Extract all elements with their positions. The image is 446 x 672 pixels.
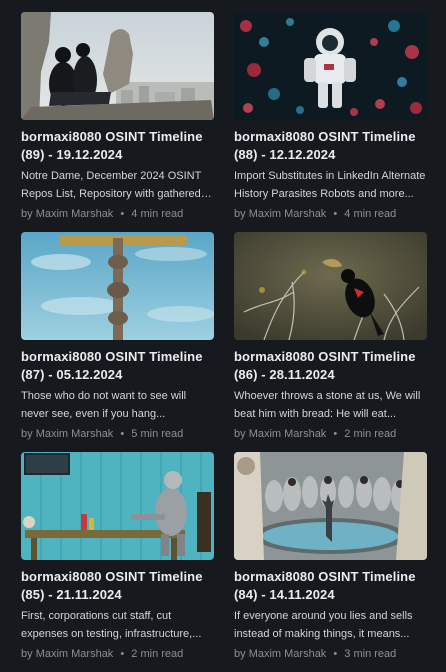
read-time: 5 min read: [131, 428, 184, 440]
post-card[interactable]: bormaxi8080 OSINT Timeline (89) - 19.12.…: [21, 12, 214, 232]
blackbird-image: [234, 232, 427, 340]
author-prefix: by: [21, 648, 33, 660]
read-time: 2 min read: [131, 648, 184, 660]
post-excerpt: First, corporations cut staff, cut expen…: [21, 610, 202, 640]
post-meta: by Maxim Marshak • 3 min read: [234, 647, 427, 661]
post-title[interactable]: bormaxi8080 OSINT Timeline (85) - 21.11.…: [21, 568, 214, 604]
post-excerpt: Import Substitutes in LinkedIn Alternate…: [234, 170, 426, 200]
meta-separator: •: [120, 428, 125, 440]
meta-separator: •: [333, 428, 338, 440]
post-card[interactable]: bormaxi8080 OSINT Timeline (88) - 12.12.…: [234, 12, 427, 232]
read-time: 4 min read: [131, 208, 184, 220]
author-name[interactable]: Maxim Marshak: [249, 428, 327, 440]
meta-separator: •: [333, 648, 338, 660]
author-prefix: by: [234, 208, 246, 220]
post-thumbnail[interactable]: [21, 232, 214, 340]
meta-separator: •: [120, 648, 125, 660]
post-meta: by Maxim Marshak • 4 min read: [21, 207, 214, 221]
gargoyles-paris-image: [21, 12, 214, 120]
author-name[interactable]: Maxim Marshak: [36, 648, 114, 660]
post-grid: bormaxi8080 OSINT Timeline (89) - 19.12.…: [21, 12, 427, 672]
author-name[interactable]: Maxim Marshak: [36, 208, 114, 220]
post-excerpt: Notre Dame, December 2024 OSINT Repos Li…: [21, 170, 202, 200]
author-name[interactable]: Maxim Marshak: [36, 428, 114, 440]
post-title[interactable]: bormaxi8080 OSINT Timeline (86) - 28.11.…: [234, 348, 427, 384]
read-time: 2 min read: [344, 428, 397, 440]
robot-at-desk-image: [21, 452, 214, 560]
post-thumbnail[interactable]: [21, 452, 214, 560]
author-name[interactable]: Maxim Marshak: [249, 648, 327, 660]
meta-separator: •: [120, 208, 125, 220]
hooded-figures-pool-image: [234, 452, 427, 560]
post-card[interactable]: bormaxi8080 OSINT Timeline (86) - 28.11.…: [234, 232, 427, 452]
post-excerpt: If everyone around you lies and sells in…: [234, 610, 413, 640]
read-time: 3 min read: [344, 648, 397, 660]
post-thumbnail[interactable]: [234, 12, 427, 120]
post-card[interactable]: bormaxi8080 OSINT Timeline (87) - 05.12.…: [21, 232, 214, 452]
author-name[interactable]: Maxim Marshak: [249, 208, 327, 220]
post-title[interactable]: bormaxi8080 OSINT Timeline (87) - 05.12.…: [21, 348, 214, 384]
meta-separator: •: [333, 208, 338, 220]
author-prefix: by: [234, 428, 246, 440]
post-excerpt: Whoever throws a stone at us, We will be…: [234, 390, 421, 420]
astronaut-image: [234, 12, 427, 120]
post-excerpt: Those who do not want to see will never …: [21, 390, 187, 420]
author-prefix: by: [234, 648, 246, 660]
post-meta: by Maxim Marshak • 4 min read: [234, 207, 427, 221]
post-card[interactable]: bormaxi8080 OSINT Timeline (85) - 21.11.…: [21, 452, 214, 672]
signpost-sky-image: [21, 232, 214, 340]
post-thumbnail[interactable]: [234, 452, 427, 560]
post-title[interactable]: bormaxi8080 OSINT Timeline (84) - 14.11.…: [234, 568, 427, 604]
post-title[interactable]: bormaxi8080 OSINT Timeline (89) - 19.12.…: [21, 128, 214, 164]
post-thumbnail[interactable]: [234, 232, 427, 340]
read-time: 4 min read: [344, 208, 397, 220]
post-title[interactable]: bormaxi8080 OSINT Timeline (88) - 12.12.…: [234, 128, 427, 164]
post-meta: by Maxim Marshak • 2 min read: [234, 427, 427, 441]
author-prefix: by: [21, 208, 33, 220]
post-card[interactable]: bormaxi8080 OSINT Timeline (84) - 14.11.…: [234, 452, 427, 672]
author-prefix: by: [21, 428, 33, 440]
post-meta: by Maxim Marshak • 2 min read: [21, 647, 214, 661]
post-thumbnail[interactable]: [21, 12, 214, 120]
post-meta: by Maxim Marshak • 5 min read: [21, 427, 214, 441]
